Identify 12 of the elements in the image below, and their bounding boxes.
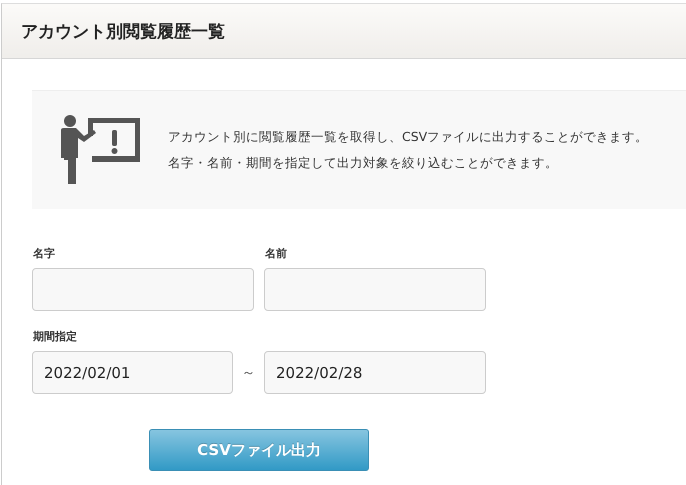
info-text: アカウント別に閲覧履歴一覧を取得し、CSVファイルに出力することができます。	[168, 128, 648, 146]
field-label: 名前	[265, 246, 288, 260]
text-field[interactable]: 2022/02/01	[32, 351, 233, 394]
field-label: 期間指定	[33, 329, 78, 343]
text-field[interactable]	[32, 268, 254, 311]
page-title: アカウント別閲覧履歴一覧	[21, 20, 225, 42]
presenter-icon	[58, 114, 142, 186]
range-separator: ～	[240, 364, 256, 382]
info-text: 名字・名前・期間を指定して出力対象を絞り込むことができます。	[168, 154, 559, 172]
text-field[interactable]	[264, 268, 486, 311]
text-field[interactable]: 2022/02/28	[264, 351, 486, 394]
field-label: 名字	[33, 246, 56, 260]
